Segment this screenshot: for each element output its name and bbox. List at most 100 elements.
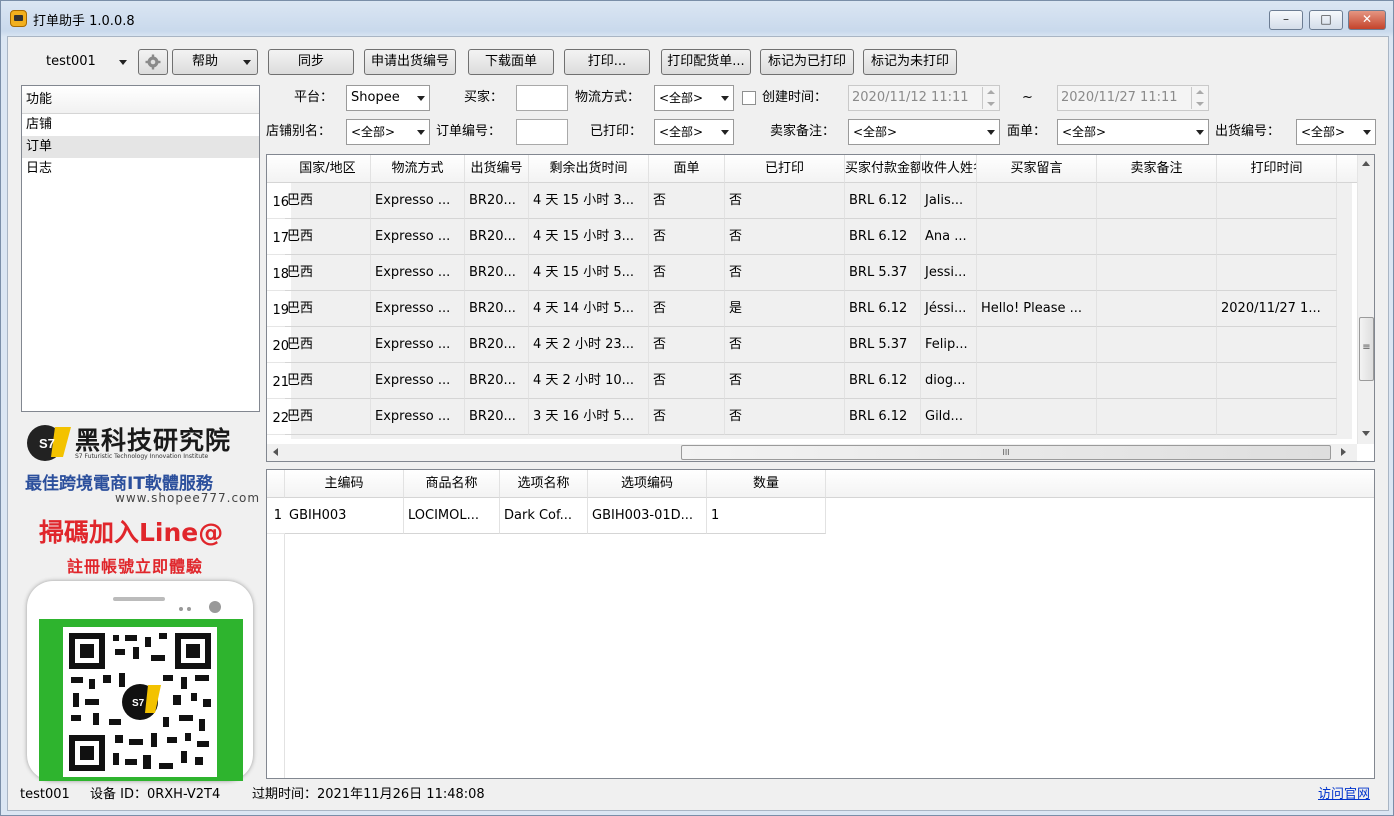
table-cell bbox=[1097, 255, 1217, 291]
row-number: 1 bbox=[267, 498, 285, 534]
printed-select[interactable]: <全部> bbox=[654, 119, 734, 145]
waybill-select[interactable]: <全部> bbox=[1057, 119, 1209, 145]
column-header[interactable]: 出货编号 bbox=[465, 155, 529, 183]
column-header[interactable]: 国家/地区 bbox=[285, 155, 371, 183]
minimize-button[interactable]: – bbox=[1269, 10, 1303, 30]
table-cell bbox=[1097, 183, 1217, 219]
scroll-down-arrow-icon[interactable] bbox=[1362, 431, 1370, 436]
download-waybill-button[interactable]: 下载面单 bbox=[468, 49, 554, 75]
created-time-checkbox[interactable] bbox=[742, 91, 756, 105]
scroll-right-arrow-icon[interactable] bbox=[1341, 448, 1346, 456]
table-cell: BRL 6.12 bbox=[845, 291, 921, 327]
column-header[interactable]: 选项编码 bbox=[588, 470, 707, 498]
table-cell: BRL 5.37 bbox=[845, 255, 921, 291]
date-to-value: 2020/11/27 11:11 bbox=[1061, 90, 1178, 105]
column-header[interactable]: 选项名称 bbox=[500, 470, 588, 498]
buyer-input[interactable] bbox=[516, 85, 568, 111]
table-cell: BRL 6.12 bbox=[845, 183, 921, 219]
table-cell: Expresso ... bbox=[371, 363, 465, 399]
table-cell: Expresso ... bbox=[371, 183, 465, 219]
table-cell: Gild... bbox=[921, 399, 977, 435]
column-header[interactable]: 商品名称 bbox=[404, 470, 500, 498]
scroll-left-arrow-icon[interactable] bbox=[273, 448, 278, 456]
table-cell: 巴西 bbox=[285, 219, 371, 255]
column-header[interactable]: 打印时间 bbox=[1217, 155, 1337, 183]
close-button[interactable]: ✕ bbox=[1348, 10, 1386, 30]
column-header[interactable]: 买家留言 bbox=[977, 155, 1097, 183]
status-user: test001 bbox=[20, 787, 70, 802]
order-no-input[interactable] bbox=[516, 119, 568, 145]
waybill-value: <全部> bbox=[1062, 125, 1107, 139]
print-picklist-button[interactable]: 打印配货单... bbox=[661, 49, 751, 75]
table-cell: BR20... bbox=[465, 183, 529, 219]
status-device-id: 设备 ID：0RXH-V2T4 bbox=[90, 787, 221, 802]
settings-button[interactable] bbox=[138, 49, 168, 75]
table-cell: BR20... bbox=[465, 327, 529, 363]
table-cell: 4 天 15 小时 3... bbox=[529, 183, 649, 219]
column-header[interactable]: 数量 bbox=[707, 470, 826, 498]
printed-label: 已打印： bbox=[590, 124, 643, 139]
function-list: 功能 店铺 订单 日志 bbox=[21, 85, 260, 412]
seller-note-value: <全部> bbox=[853, 125, 898, 139]
column-header[interactable]: 买家付款金额 bbox=[845, 155, 921, 183]
sidebar-item-logs[interactable]: 日志 bbox=[22, 158, 259, 180]
table-cell: Felip... bbox=[921, 327, 977, 363]
spin-icon bbox=[982, 87, 998, 109]
ship-no-select[interactable]: <全部> bbox=[1296, 119, 1376, 145]
date-to-picker[interactable]: 2020/11/27 11:11 bbox=[1057, 85, 1209, 111]
mark-printed-button[interactable]: 标记为已打印 bbox=[760, 49, 854, 75]
vertical-scrollbar[interactable]: ≡ bbox=[1357, 155, 1374, 444]
status-bar: test001 设备 ID：0RXH-V2T4 过期时间：2021年11月26日… bbox=[8, 782, 1390, 810]
apply-tracking-button[interactable]: 申请出货编号 bbox=[364, 49, 456, 75]
scroll-up-arrow-icon[interactable] bbox=[1362, 161, 1370, 166]
help-menu-button[interactable]: 帮助 bbox=[172, 49, 258, 75]
table-cell: BR20... bbox=[465, 219, 529, 255]
vertical-scroll-thumb[interactable]: ≡ bbox=[1359, 317, 1374, 381]
table-cell: BR20... bbox=[465, 363, 529, 399]
column-header[interactable]: 面单 bbox=[649, 155, 725, 183]
seller-note-select[interactable]: <全部> bbox=[848, 119, 1000, 145]
order-no-label: 订单编号： bbox=[436, 124, 502, 139]
table-cell: GBIH003 bbox=[285, 498, 404, 534]
logistics-value: <全部> bbox=[659, 91, 704, 105]
sidebar-item-shops[interactable]: 店铺 bbox=[22, 114, 259, 136]
sidebar-item-orders[interactable]: 订单 bbox=[22, 136, 259, 158]
orders-table[interactable]: 国家/地区物流方式出货编号剩余出货时间面单已打印买家付款金额收件人姓名买家留言卖… bbox=[266, 154, 1375, 462]
account-select[interactable]: test001 bbox=[38, 49, 132, 75]
table-cell: 巴西 bbox=[285, 255, 371, 291]
brand-english: S7 Futuristic Technology Innovation Inst… bbox=[75, 453, 209, 460]
table-cell bbox=[977, 255, 1097, 291]
logistics-label: 物流方式： bbox=[575, 90, 641, 105]
svg-text:S7: S7 bbox=[132, 698, 145, 709]
print-button[interactable]: 打印... bbox=[564, 49, 650, 75]
column-header[interactable]: 收件人姓名 bbox=[921, 155, 977, 183]
platform-value: Shopee bbox=[351, 90, 400, 105]
table-cell: 巴西 bbox=[285, 183, 371, 219]
horizontal-scrollbar[interactable]: III bbox=[267, 444, 1357, 461]
table-cell bbox=[1097, 363, 1217, 399]
column-header[interactable]: 物流方式 bbox=[371, 155, 465, 183]
help-label: 帮助 bbox=[192, 54, 219, 69]
maximize-button[interactable]: □ bbox=[1309, 10, 1343, 30]
platform-select[interactable]: Shopee bbox=[346, 85, 430, 111]
table-cell bbox=[1217, 399, 1337, 435]
logistics-select[interactable]: <全部> bbox=[654, 85, 734, 111]
table-cell bbox=[1097, 399, 1217, 435]
table-cell bbox=[1217, 219, 1337, 255]
table-cell: GBIH003-01D... bbox=[588, 498, 707, 534]
sync-button[interactable]: 同步 bbox=[268, 49, 354, 75]
visit-website-link[interactable]: 访问官网 bbox=[1318, 782, 1370, 808]
date-from-picker[interactable]: 2020/11/12 11:11 bbox=[848, 85, 1000, 111]
table-cell: 4 天 15 小时 3... bbox=[529, 219, 649, 255]
column-header[interactable]: 卖家备注 bbox=[1097, 155, 1217, 183]
horizontal-scroll-thumb[interactable]: III bbox=[681, 445, 1331, 460]
column-header[interactable]: 主编码 bbox=[285, 470, 404, 498]
column-header[interactable]: 已打印 bbox=[725, 155, 845, 183]
shop-alias-select[interactable]: <全部> bbox=[346, 119, 430, 145]
shop-alias-value: <全部> bbox=[351, 125, 396, 139]
website-url: www.shopee777.com bbox=[115, 491, 261, 505]
column-header[interactable]: 剩余出货时间 bbox=[529, 155, 649, 183]
items-table[interactable]: 主编码 商品名称 选项名称 选项编码 数量 1 GBIH003 LOCIMOL... Dark … bbox=[266, 469, 1375, 779]
gear-icon bbox=[145, 54, 161, 70]
mark-unprinted-button[interactable]: 标记为未打印 bbox=[863, 49, 957, 75]
